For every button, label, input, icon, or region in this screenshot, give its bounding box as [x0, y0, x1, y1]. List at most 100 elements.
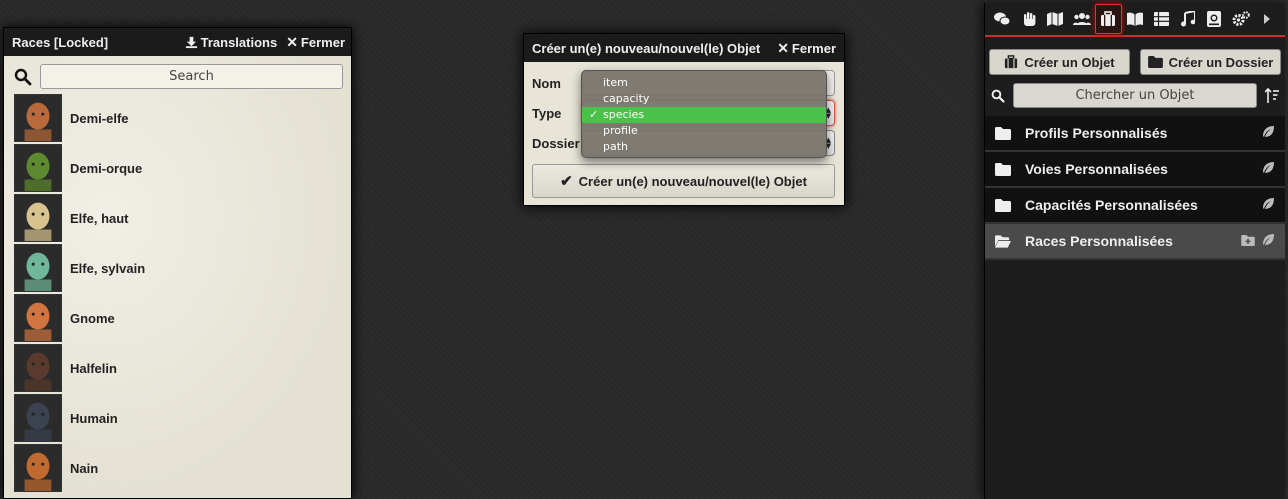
checkmark-icon: ✓	[589, 108, 599, 121]
folder-icon	[1147, 56, 1163, 68]
compendium-title: Races [Locked]	[12, 34, 109, 50]
race-portrait	[14, 344, 62, 392]
compendium-window: Races [Locked] Translations ✕ Fermer Sea…	[3, 27, 352, 499]
race-list-item[interactable]: Gnome	[14, 293, 351, 343]
type-option-label: profile	[603, 124, 638, 137]
dialog-header[interactable]: Créer un(e) nouveau/nouvel(le) Objet ✕ F…	[524, 34, 844, 62]
folder-name: Profils Personnalisés	[1025, 125, 1168, 141]
folder-name: Races Personnalisées	[1025, 233, 1173, 249]
tab-scenes[interactable]	[1042, 4, 1069, 34]
suitcase-icon	[1005, 55, 1018, 69]
type-option-label: item	[603, 76, 628, 89]
close-icon: ✕	[777, 39, 789, 56]
type-label: Type	[532, 105, 562, 121]
tab-playlists[interactable]	[1175, 4, 1202, 34]
tab-actors[interactable]	[1069, 4, 1096, 34]
sidebar-tabs	[985, 3, 1285, 37]
tab-items[interactable]	[1095, 4, 1122, 34]
race-name: Gnome	[70, 310, 115, 326]
tab-combat[interactable]	[1016, 4, 1043, 34]
type-option-label: capacity	[603, 92, 650, 105]
create-folder-button[interactable]: Créer un Dossier	[1140, 49, 1281, 75]
race-list-item[interactable]: Demi-orque	[14, 143, 351, 193]
tab-compendium[interactable]	[1201, 4, 1228, 34]
sidebar-actions: Créer un Objet Créer un Dossier	[985, 37, 1285, 75]
translations-label: Translations	[200, 34, 278, 50]
tab-chat[interactable]	[989, 4, 1016, 34]
create-folder-label: Créer un Dossier	[1168, 54, 1274, 70]
create-subfolder-icon[interactable]	[1241, 233, 1255, 249]
type-option-profile[interactable]: profile	[582, 123, 826, 139]
tab-tables[interactable]	[1148, 4, 1175, 34]
type-option-path[interactable]: path	[582, 139, 826, 155]
feather-icon[interactable]	[1261, 125, 1275, 142]
sort-icon[interactable]	[1265, 87, 1279, 104]
table-icon	[1153, 12, 1169, 26]
race-portrait	[14, 444, 62, 492]
race-name: Demi-elfe	[70, 110, 129, 126]
race-list-item[interactable]: Elfe, haut	[14, 193, 351, 243]
race-portrait	[14, 294, 62, 342]
dialog-close-button[interactable]: ✕ Fermer	[777, 40, 836, 57]
feather-icon[interactable]	[1261, 161, 1275, 178]
folder-icon	[995, 162, 1011, 176]
type-option-item[interactable]: item	[582, 75, 826, 91]
create-item-button[interactable]: Créer un Objet	[989, 49, 1130, 75]
type-option-label: path	[603, 140, 629, 153]
race-list-item[interactable]: Nain	[14, 443, 351, 493]
race-portrait	[14, 394, 62, 442]
name-label: Nom	[532, 75, 561, 91]
create-submit-button[interactable]: ✔ Créer un(e) nouveau/nouvel(le) Objet	[532, 164, 835, 198]
compendium-close-button[interactable]: ✕ Fermer	[286, 34, 345, 51]
dialog-title: Créer un(e) nouveau/nouvel(le) Objet	[532, 40, 761, 56]
feather-icon[interactable]	[1261, 197, 1275, 214]
check-icon: ✔	[560, 173, 573, 190]
race-name: Nain	[70, 460, 99, 476]
translations-button[interactable]: Translations	[185, 34, 278, 50]
folder-icon	[995, 198, 1011, 212]
compendium-search-input[interactable]: Search	[40, 64, 343, 89]
music-icon	[1180, 11, 1195, 27]
close-icon: ✕	[286, 33, 298, 50]
folder-tools	[1241, 233, 1275, 250]
tab-settings[interactable]	[1228, 4, 1255, 34]
feather-icon[interactable]	[1261, 233, 1275, 250]
folder-row[interactable]: Capacités Personnalisées	[985, 188, 1285, 224]
type-option-capacity[interactable]: capacity	[582, 91, 826, 107]
race-portrait	[14, 94, 62, 142]
race-portrait	[14, 144, 62, 192]
tab-journal[interactable]	[1122, 4, 1149, 34]
folder-tools	[1261, 161, 1275, 178]
folder-row[interactable]: Voies Personnalisées	[985, 152, 1285, 188]
chat-icon	[994, 12, 1011, 26]
type-option-species[interactable]: ✓ species	[582, 107, 826, 123]
tab-collapse[interactable]	[1254, 4, 1281, 34]
type-option-label: species	[603, 108, 645, 121]
map-icon	[1047, 12, 1064, 26]
race-name: Elfe, haut	[70, 210, 129, 226]
race-list: Demi-elfe Demi-orque Elfe, haut Elfe, sylva…	[4, 93, 351, 493]
folder-icon	[995, 126, 1011, 140]
sidebar-search-input[interactable]: Chercher un Objet	[1013, 83, 1257, 108]
atlas-icon	[1207, 11, 1222, 27]
race-name: Halfelin	[70, 360, 117, 376]
race-name: Humain	[70, 410, 118, 426]
race-list-item[interactable]: Demi-elfe	[14, 93, 351, 143]
folder-list: Profils Personnalisés Voies Personnalisée…	[985, 116, 1285, 260]
close-label: Fermer	[791, 40, 836, 56]
race-list-item[interactable]: Humain	[14, 393, 351, 443]
race-portrait	[14, 194, 62, 242]
folder-label: Dossier	[532, 135, 580, 151]
suitcase-icon	[1101, 11, 1116, 26]
folder-name: Capacités Personnalisées	[1025, 197, 1198, 213]
folder-tools	[1261, 197, 1275, 214]
race-list-item[interactable]: Elfe, sylvain	[14, 243, 351, 293]
race-list-item[interactable]: Halfelin	[14, 343, 351, 393]
folder-row[interactable]: Races Personnalisées	[985, 224, 1285, 260]
book-icon	[1126, 12, 1143, 26]
hand-icon	[1023, 12, 1036, 26]
sidebar-search-row: Chercher un Objet	[985, 75, 1285, 108]
compendium-header[interactable]: Races [Locked] Translations ✕ Fermer	[4, 28, 351, 56]
submit-label: Créer un(e) nouveau/nouvel(le) Objet	[578, 173, 807, 189]
folder-row[interactable]: Profils Personnalisés	[985, 116, 1285, 152]
